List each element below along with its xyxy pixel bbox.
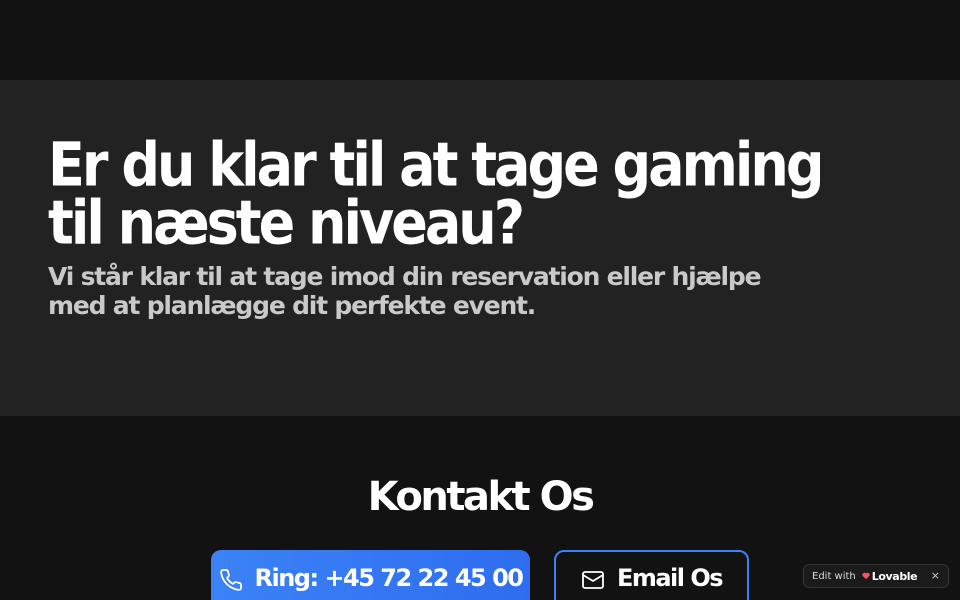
close-icon[interactable]: × (931, 569, 940, 582)
top-band (0, 0, 960, 80)
hero-subtitle: Vi står klar til at tage imod din reserv… (48, 262, 762, 320)
phone-icon (219, 568, 243, 592)
mail-icon (581, 568, 605, 592)
email-button-label: Email Os (616, 564, 724, 592)
hero-section: Er du klar til at tage gaming til næste … (0, 80, 960, 416)
email-button[interactable]: Email Os (554, 550, 749, 600)
badge-brand: Lovable (871, 569, 918, 583)
call-button[interactable]: Ring: +45 72 22 45 00 (211, 550, 530, 600)
badge-prefix: Edit with (812, 570, 856, 582)
heart-icon (862, 572, 870, 580)
call-button-label: Ring: +45 72 22 45 00 (254, 564, 524, 592)
edit-with-lovable-badge[interactable]: Edit with Lovable × (803, 564, 949, 588)
hero-title: Er du klar til at tage gaming til næste … (48, 129, 825, 259)
contact-title: Kontakt Os (367, 474, 595, 520)
